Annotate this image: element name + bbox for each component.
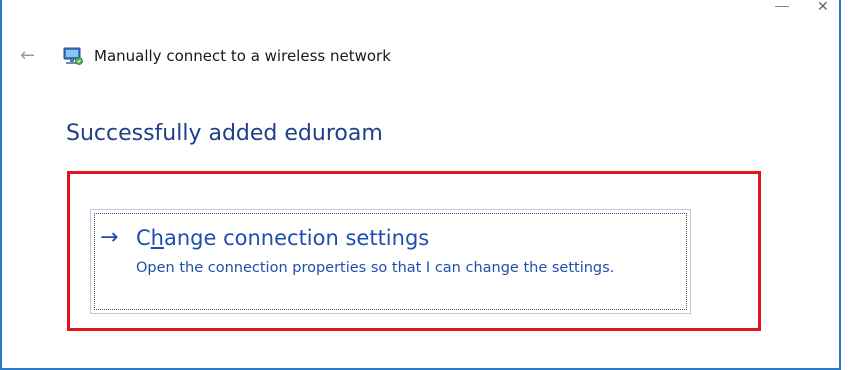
command-link-description: Open the connection properties so that I… <box>136 260 615 276</box>
title-pre: C <box>136 226 151 250</box>
change-connection-settings-button[interactable]: → Change connection settings Open the co… <box>90 209 691 314</box>
right-arrow-icon: → <box>100 225 119 250</box>
window-title: Manually connect to a wireless network <box>94 47 391 65</box>
main-instruction: Successfully added eduroam <box>66 121 383 146</box>
back-arrow-icon[interactable]: ← <box>20 44 35 68</box>
minimize-icon[interactable] <box>775 2 789 7</box>
command-link-title: Change connection settings <box>136 225 429 251</box>
wireless-network-icon <box>63 47 83 65</box>
title-access-key: h <box>150 226 164 250</box>
title-post: ange connection settings <box>163 226 430 250</box>
caption-controls: ✕ <box>775 0 831 14</box>
close-icon[interactable]: ✕ <box>817 0 831 14</box>
